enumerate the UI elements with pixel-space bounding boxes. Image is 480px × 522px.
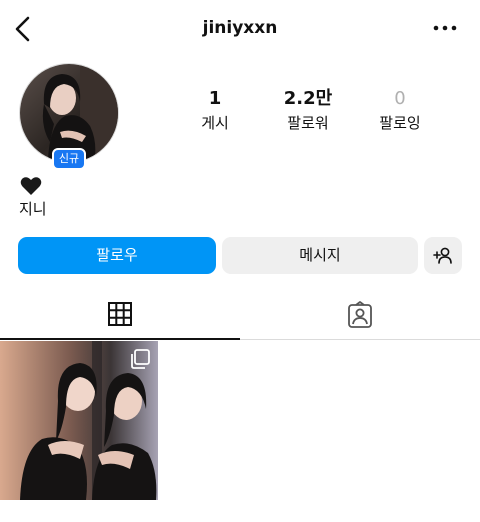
message-button[interactable]: 메시지 bbox=[222, 237, 418, 274]
more-horizontal-icon bbox=[433, 25, 457, 31]
tab-tagged[interactable] bbox=[240, 290, 480, 340]
followers-count-label: 팔로워 bbox=[287, 114, 329, 132]
followers-count-value: 2.2만 bbox=[283, 88, 333, 109]
suggested-accounts-button[interactable] bbox=[424, 237, 462, 274]
following-count[interactable]: 0 팔로잉 bbox=[355, 88, 445, 134]
add-person-icon bbox=[433, 247, 452, 264]
posts-count-label: 게시 bbox=[201, 114, 229, 132]
profile-avatar-container[interactable]: 신규 bbox=[19, 63, 119, 170]
black-heart-icon bbox=[20, 176, 42, 196]
followers-count[interactable]: 2.2만 팔로워 bbox=[263, 88, 353, 134]
profile-tabs bbox=[0, 290, 480, 340]
profile-username: jiniyxxn bbox=[202, 18, 278, 38]
posts-count[interactable]: 1 게시 bbox=[170, 88, 260, 134]
carousel-multiple-icon bbox=[131, 349, 150, 369]
following-count-label: 팔로잉 bbox=[379, 114, 421, 132]
grid-icon bbox=[108, 302, 132, 326]
follow-button[interactable]: 팔로우 bbox=[18, 237, 216, 274]
display-name: 지니 bbox=[19, 200, 47, 218]
new-account-badge: 신규 bbox=[52, 148, 86, 170]
tagged-person-icon bbox=[348, 301, 372, 328]
top-bar: jiniyxxn bbox=[0, 0, 480, 58]
post-thumbnail[interactable] bbox=[0, 341, 158, 500]
posts-count-value: 1 bbox=[208, 88, 222, 109]
more-options-button[interactable] bbox=[432, 18, 458, 38]
following-count-value: 0 bbox=[394, 88, 406, 109]
tab-posts-grid[interactable] bbox=[0, 290, 240, 340]
